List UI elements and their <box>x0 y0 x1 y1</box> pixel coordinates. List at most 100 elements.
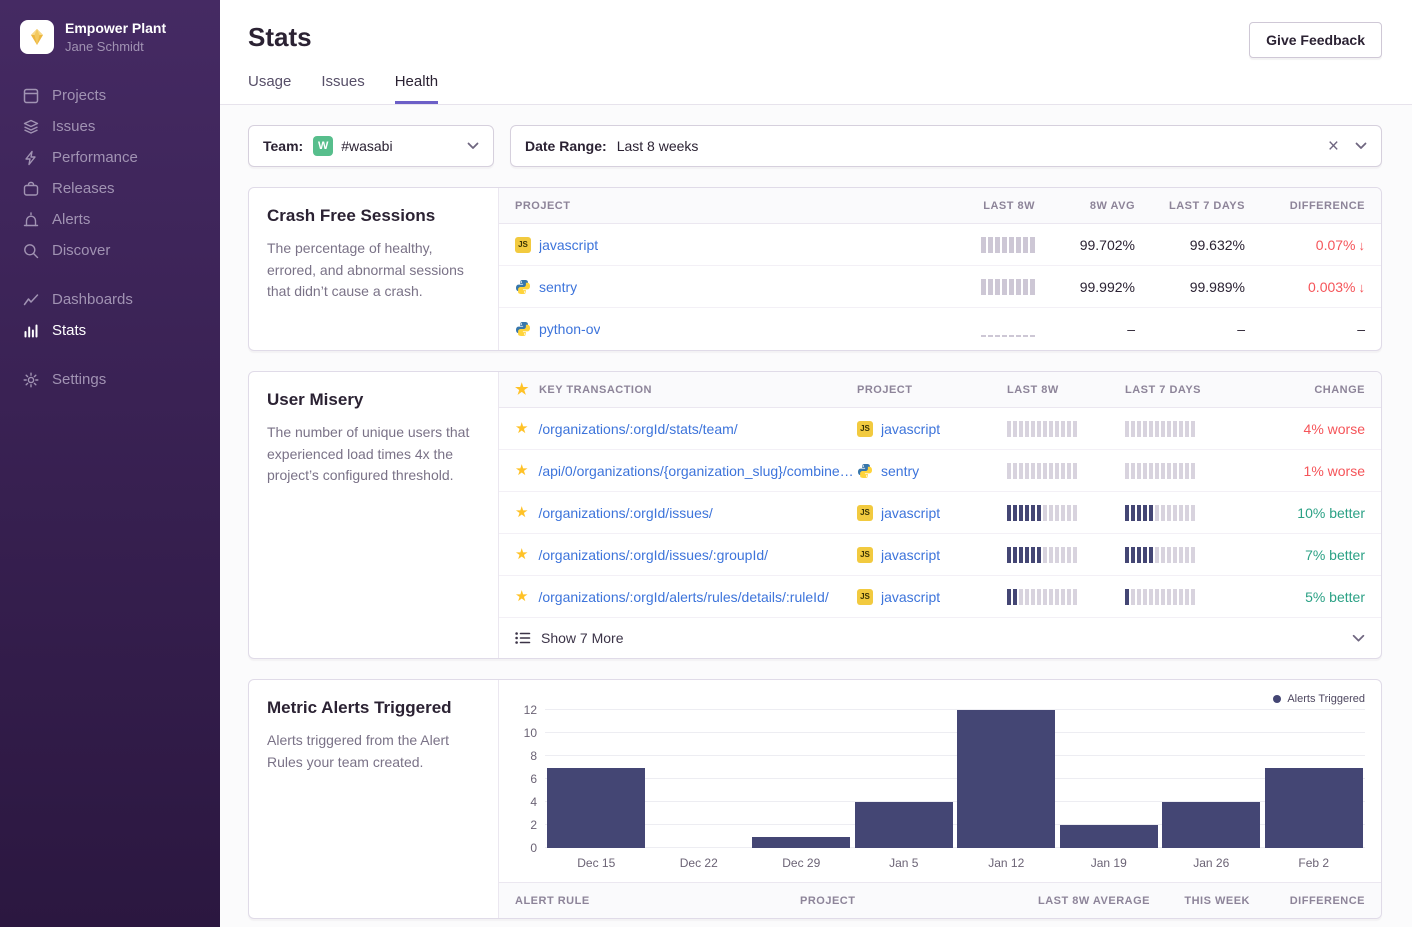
project-link[interactable]: javascript <box>881 589 940 605</box>
avg-value: 99.992% <box>1035 279 1135 295</box>
legend-dot-icon <box>1273 695 1281 703</box>
sidebar-item-label: Releases <box>52 180 115 197</box>
user-misery-table: ★ KEY TRANSACTION PROJECT LAST 8W LAST 7… <box>499 372 1381 658</box>
python-icon <box>857 463 873 479</box>
star-icon[interactable]: ★ <box>515 589 528 604</box>
chart-plot-wrap: 024681012 <box>515 710 1365 848</box>
last7-value: – <box>1135 321 1245 337</box>
sidebar-item-projects[interactable]: Projects <box>22 80 220 111</box>
project-link[interactable]: javascript <box>881 421 940 437</box>
misery-sparkline-7d <box>1125 421 1195 437</box>
chart-legend[interactable]: Alerts Triggered <box>515 690 1365 708</box>
trend-down-icon: ↓ <box>1359 238 1366 253</box>
panel-description: User Misery The number of unique users t… <box>249 372 499 658</box>
app-root: Empower Plant Jane Schmidt Projects Issu… <box>0 0 1412 927</box>
misery-sparkline-7d <box>1125 505 1195 521</box>
change-value: 4% worse <box>1253 421 1365 437</box>
transaction-link[interactable]: /organizations/:orgId/alerts/rules/detai… <box>538 589 828 605</box>
issues-icon <box>22 118 40 136</box>
chevron-down-icon[interactable] <box>1355 142 1367 150</box>
sidebar-item-performance[interactable]: Performance <box>22 142 220 173</box>
sidebar-item-label: Discover <box>52 242 110 259</box>
project-link[interactable]: javascript <box>539 237 598 253</box>
transaction-link[interactable]: /organizations/:orgId/issues/:groupId/ <box>538 547 768 563</box>
org-switcher[interactable]: Empower Plant Jane Schmidt <box>0 0 220 54</box>
star-icon[interactable]: ★ <box>515 547 528 562</box>
project-link[interactable]: sentry <box>539 279 577 295</box>
tab-health[interactable]: Health <box>395 73 438 104</box>
column-header: CHANGE <box>1253 384 1365 396</box>
sidebar-item-settings[interactable]: Settings <box>22 364 220 395</box>
panel-subtext: The number of unique users that experien… <box>267 422 480 487</box>
change-value: 1% worse <box>1253 463 1365 479</box>
page-content: Team: W #wasabi Date Range: Last 8 weeks… <box>220 105 1412 927</box>
chevron-down-icon <box>467 142 479 150</box>
sidebar-nav-primary: Projects Issues Performance Releases <box>0 80 220 266</box>
panel-title: User Misery <box>267 390 480 410</box>
projects-icon <box>22 87 40 105</box>
javascript-icon: JS <box>857 547 873 563</box>
column-header: THIS WEEK <box>1150 895 1250 907</box>
sidebar-item-stats[interactable]: Stats <box>22 315 220 346</box>
table-row: ★ /organizations/:orgId/issues/:groupId/… <box>499 534 1381 576</box>
date-range-selector[interactable]: Date Range: Last 8 weeks × <box>510 125 1382 167</box>
chart-y-axis: 024681012 <box>515 710 545 848</box>
crash-free-sessions-panel: Crash Free Sessions The percentage of he… <box>248 187 1382 351</box>
sidebar-item-discover[interactable]: Discover <box>22 235 220 266</box>
briefcase-icon <box>22 180 40 198</box>
table-row: ★ /organizations/:orgId/stats/team/ JS j… <box>499 408 1381 450</box>
column-header: 8W AVG <box>1035 200 1135 212</box>
transaction-link[interactable]: /organizations/:orgId/stats/team/ <box>538 421 737 437</box>
page-title: Stats <box>248 22 1382 53</box>
star-icon[interactable]: ★ <box>515 421 528 436</box>
trend-sparkline <box>981 279 1035 295</box>
difference-text: 0.07% <box>1316 237 1356 253</box>
alerts-chart-plot <box>545 710 1365 848</box>
last7-value: 99.989% <box>1135 279 1245 295</box>
last7-value: 99.632% <box>1135 237 1245 253</box>
star-icon[interactable]: ★ <box>515 463 528 478</box>
table-row: python-ov – – – <box>499 308 1381 350</box>
change-value: 5% better <box>1253 589 1365 605</box>
sidebar-item-label: Alerts <box>52 211 90 228</box>
panel-description: Crash Free Sessions The percentage of he… <box>249 188 499 350</box>
main-area: Stats Give Feedback Usage Issues Health … <box>220 0 1412 927</box>
panel-title: Crash Free Sessions <box>267 206 480 226</box>
clear-icon[interactable]: × <box>1328 137 1339 156</box>
team-selector[interactable]: Team: W #wasabi <box>248 125 494 167</box>
sidebar-item-releases[interactable]: Releases <box>22 173 220 204</box>
sidebar-item-alerts[interactable]: Alerts <box>22 204 220 235</box>
telescope-icon <box>22 242 40 260</box>
panel-subtext: Alerts triggered from the Alert Rules yo… <box>267 730 480 773</box>
tab-bar: Usage Issues Health <box>248 73 1382 104</box>
difference-value: 0.07%↓ <box>1245 237 1365 253</box>
javascript-icon: JS <box>857 589 873 605</box>
show-more-button[interactable]: Show 7 More <box>499 618 1381 658</box>
column-header: LAST 8W <box>1007 384 1125 396</box>
sidebar-item-issues[interactable]: Issues <box>22 111 220 142</box>
star-icon[interactable]: ★ <box>515 505 528 520</box>
sidebar-nav-secondary: Dashboards Stats <box>0 284 220 346</box>
alerts-chart: Alerts Triggered 024681012 Dec 15Dec 22D… <box>499 680 1381 882</box>
project-link[interactable]: javascript <box>881 505 940 521</box>
misery-sparkline-8w <box>1007 505 1077 521</box>
org-text: Empower Plant Jane Schmidt <box>65 20 166 54</box>
user-misery-panel: User Misery The number of unique users t… <box>248 371 1382 659</box>
difference-text: 0.003% <box>1308 279 1355 295</box>
project-link[interactable]: sentry <box>881 463 919 479</box>
transaction-link[interactable]: /api/0/organizations/{organization_slug}… <box>538 463 853 479</box>
tab-issues[interactable]: Issues <box>321 73 364 104</box>
sidebar-item-dashboards[interactable]: Dashboards <box>22 284 220 315</box>
transaction-link[interactable]: /organizations/:orgId/issues/ <box>538 505 712 521</box>
project-link[interactable]: javascript <box>881 547 940 563</box>
column-header: PROJECT <box>857 384 1007 396</box>
javascript-icon: JS <box>857 421 873 437</box>
sidebar: Empower Plant Jane Schmidt Projects Issu… <box>0 0 220 927</box>
siren-icon <box>22 211 40 229</box>
gem-icon <box>27 27 47 47</box>
project-link[interactable]: python-ov <box>539 321 600 337</box>
sidebar-item-label: Projects <box>52 87 106 104</box>
give-feedback-button[interactable]: Give Feedback <box>1249 22 1382 58</box>
column-header: DIFFERENCE <box>1250 895 1365 907</box>
tab-usage[interactable]: Usage <box>248 73 291 104</box>
